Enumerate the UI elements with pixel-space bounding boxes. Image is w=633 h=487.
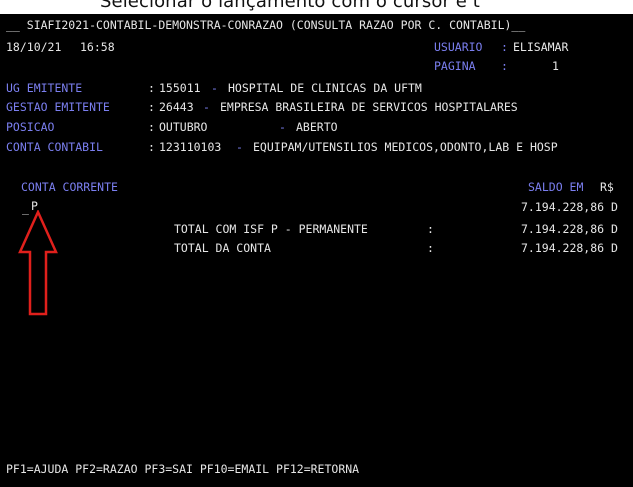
gestao-label: GESTAO EMITENTE	[6, 100, 110, 114]
row-saldo-value: 7.194.228,86 D	[521, 200, 618, 214]
total-conta-label: TOTAL DA CONTA	[174, 241, 271, 255]
gestao-colon: :	[148, 100, 155, 114]
time-text: 16:58	[80, 40, 115, 54]
gestao-name: EMPRESA BRASILEIRA DE SERVICOS HOSPITALA…	[220, 100, 518, 114]
posicao-value: OUTUBRO	[159, 120, 208, 134]
conta-name: EQUIPAM/UTENSILIOS MEDICOS,ODONTO,LAB E …	[253, 140, 558, 154]
conta-code: 123110103	[159, 140, 222, 154]
ug-code: 155011	[159, 81, 201, 95]
posicao-label: POSICAO	[6, 120, 55, 134]
function-keys-footer: PF1=AJUDA PF2=RAZAO PF3=SAI PF10=EMAIL P…	[6, 462, 360, 476]
usuario-value: ELISAMAR	[513, 40, 569, 54]
total-conta-value: 7.194.228,86 D	[521, 241, 618, 255]
total-isf-colon: :	[427, 222, 434, 236]
caption-bar: Selecionar o lançamento com o cursor e t	[0, 0, 633, 14]
posicao-colon: :	[148, 120, 155, 134]
ug-colon: :	[148, 81, 155, 95]
conta-dash: -	[236, 140, 243, 154]
ug-label: UG EMITENTE	[6, 81, 83, 95]
caption-text: Selecionar o lançamento com o cursor e t	[100, 0, 480, 12]
ug-name: HOSPITAL DE CLINICAS DA UFTM	[228, 81, 422, 95]
pagina-label: PAGINA	[434, 59, 476, 73]
date-text: 18/10/21	[6, 40, 62, 54]
gestao-dash: -	[203, 100, 210, 114]
pagina-value: 1	[552, 59, 559, 73]
col-currency: R$	[600, 180, 614, 194]
terminal-screen[interactable]: __ SIAFI2021-CONTABIL-DEMONSTRA-CONRAZAO…	[0, 14, 633, 487]
conta-colon: :	[148, 140, 155, 154]
usuario-label: USUARIO	[434, 40, 483, 54]
col-saldo-em: SALDO EM	[528, 180, 584, 194]
screen-title: __ SIAFI2021-CONTABIL-DEMONSTRA-CONRAZAO…	[6, 18, 526, 32]
posicao-dash: -	[279, 120, 286, 134]
ug-dash: -	[211, 81, 218, 95]
col-conta-corrente: CONTA CORRENTE	[21, 180, 118, 194]
pagina-colon: :	[501, 59, 508, 73]
total-isf-label: TOTAL COM ISF P - PERMANENTE	[174, 222, 368, 236]
arrow-up-icon	[18, 210, 58, 316]
posicao-status: ABERTO	[296, 120, 338, 134]
total-conta-colon: :	[427, 241, 434, 255]
conta-label: CONTA CONTABIL	[6, 140, 103, 154]
total-isf-value: 7.194.228,86 D	[521, 222, 618, 236]
gestao-code: 26443	[159, 100, 194, 114]
usuario-colon: :	[501, 40, 508, 54]
